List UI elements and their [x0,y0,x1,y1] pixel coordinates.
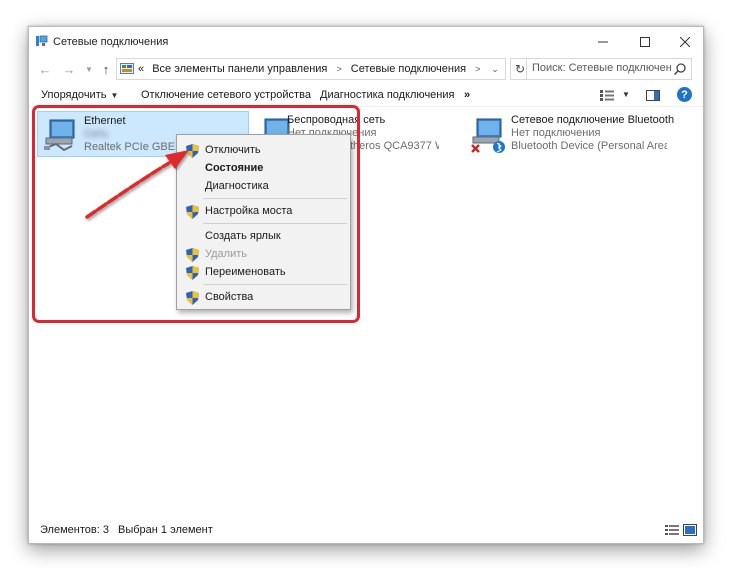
maximize-button[interactable] [625,31,665,53]
status-bar: Элементов: 3 Выбран 1 элемент [29,519,703,543]
organize-menu[interactable]: Упорядочить ▼ [41,89,118,101]
more-commands-button[interactable]: » [464,89,470,101]
refresh-icon: ↻ [514,62,526,76]
back-button[interactable]: ← [37,61,53,77]
search-input[interactable] [532,62,672,74]
network-folder-icon [36,35,48,46]
control-panel-icon [120,63,134,74]
organize-label: Упорядочить [41,89,107,101]
chevron-down-icon: ▼ [85,64,93,74]
minimize-button[interactable] [583,31,623,53]
breadcrumb-network-connections[interactable]: Сетевые подключения [351,63,466,75]
breadcrumb: « Все элементы панели управления > Сетев… [138,63,486,75]
arrow-left-icon: ← [38,61,52,77]
search-icon [673,63,686,76]
chevron-down-icon: ▼ [110,91,119,100]
address-dropdown-button[interactable]: ⌄ [487,61,503,77]
address-bar: ← → ▼ ↑ « Все элементы панели управления… [29,56,703,82]
breadcrumb-overflow[interactable]: « [138,63,144,75]
address-field[interactable]: « Все элементы панели управления > Сетев… [116,58,506,80]
close-button[interactable] [665,31,705,53]
adapter-bluetooth-status: Нет подключения [511,127,601,139]
adapter-bluetooth-device: Bluetooth Device (Personal Area Network) [511,140,667,152]
recent-locations-button[interactable]: ▼ [81,61,97,77]
item-count: Элементов: 3 [40,524,109,536]
search-field[interactable] [526,58,692,80]
up-button[interactable]: ↑ [98,61,114,77]
details-view-icon[interactable] [665,524,679,536]
close-icon [680,37,690,47]
breadcrumb-separator-icon[interactable]: > [336,64,341,74]
maximize-icon [640,37,650,47]
breadcrumb-separator-icon[interactable]: > [475,64,480,74]
view-options-icon[interactable] [600,90,614,101]
bluetooth-adapter-icon [471,118,505,153]
arrow-right-icon: → [62,61,76,77]
preview-pane-icon[interactable] [646,90,660,101]
selection-count: Выбран 1 элемент [118,524,213,536]
adapter-bluetooth[interactable]: Сетевое подключение Bluetooth Нет подклю… [465,111,701,157]
diagnose-connection-button[interactable]: Диагностика подключения [320,89,454,101]
explorer-window: Сетевые подключения ← → ▼ ↑ « Все элемен… [28,26,704,544]
forward-button[interactable]: → [61,61,77,77]
large-icons-view-icon[interactable] [683,524,697,536]
arrow-up-icon: ↑ [102,61,110,77]
title-bar[interactable]: Сетевые подключения [29,27,703,55]
window-title: Сетевые подключения [53,36,169,48]
minimize-icon [598,41,608,43]
adapter-bluetooth-text: Сетевое подключение Bluetooth Нет подклю… [511,114,674,153]
chevron-down-icon: ⌄ [491,63,499,74]
view-options-dropdown-icon[interactable]: ▼ [622,90,630,99]
breadcrumb-control-panel[interactable]: Все элементы панели управления [152,63,327,75]
disable-device-button[interactable]: Отключение сетевого устройства [141,89,311,101]
command-bar: Упорядочить ▼ Отключение сетевого устройс… [29,85,703,107]
help-icon: ? [681,88,688,101]
adapter-bluetooth-name: Сетевое подключение Bluetooth [511,114,675,126]
help-button[interactable]: ? [677,87,692,102]
highlight-frame [32,105,360,323]
